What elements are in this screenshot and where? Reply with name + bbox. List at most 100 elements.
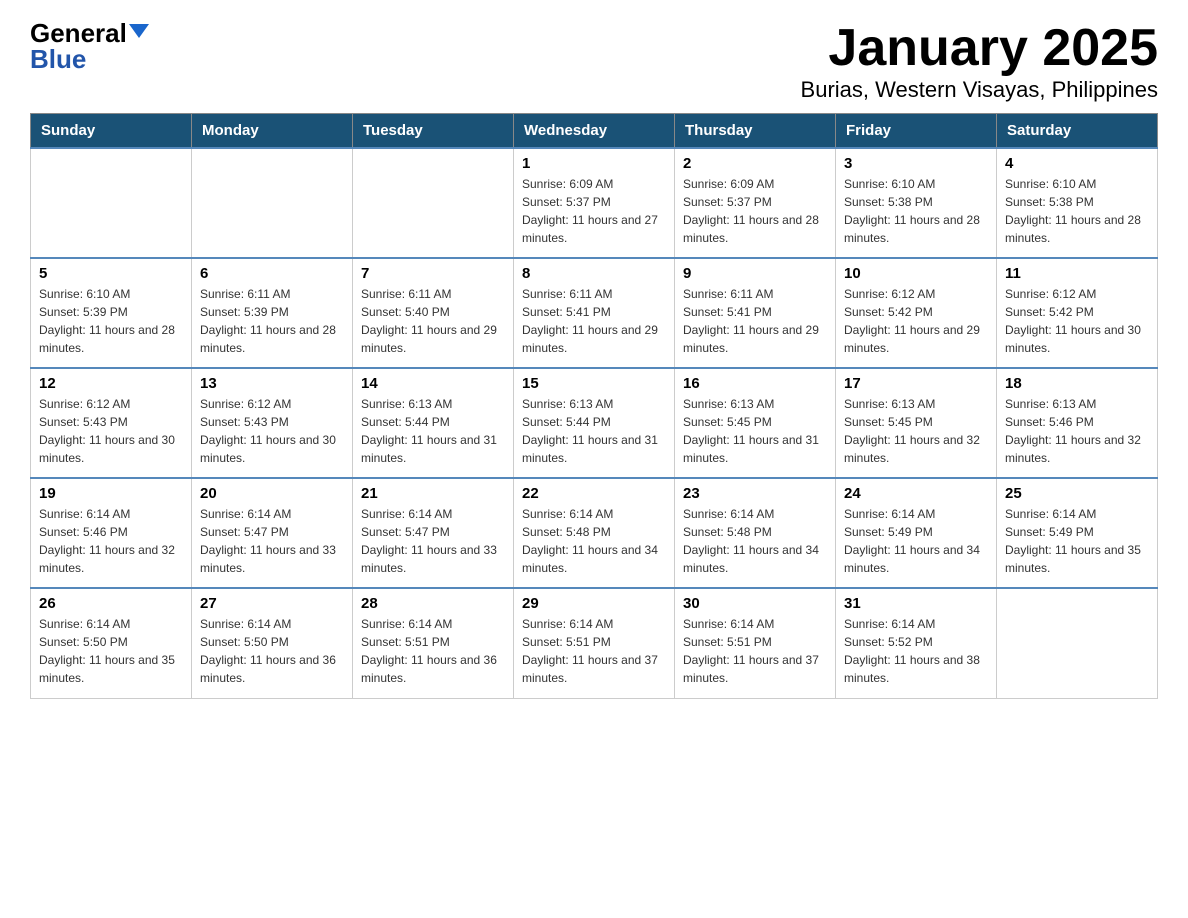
calendar-cell: 2Sunrise: 6:09 AM Sunset: 5:37 PM Daylig… — [675, 148, 836, 258]
day-number: 11 — [1005, 265, 1149, 282]
day-number: 30 — [683, 595, 827, 612]
day-info: Sunrise: 6:14 AM Sunset: 5:46 PM Dayligh… — [39, 505, 183, 577]
day-info: Sunrise: 6:12 AM Sunset: 5:43 PM Dayligh… — [39, 395, 183, 467]
calendar-cell: 18 Sunrise: 6:13 AM Sunset: 5:46 PM Dayli… — [997, 368, 1158, 478]
page-header: General Blue January 2025 Burias, Wester… — [30, 20, 1158, 103]
day-info: Sunrise: 6:14 AM Sunset: 5:51 PM Dayligh… — [522, 615, 666, 687]
day-info: Sunrise: 6:11 AM Sunset: 5:41 PM Dayligh… — [683, 285, 827, 357]
day-number: 14 — [361, 375, 505, 392]
calendar-cell: 30 Sunrise: 6:14 AM Sunset: 5:51 PM Dayli… — [675, 588, 836, 698]
day-info: Sunrise: 6:12 AM Sunset: 5:42 PM Dayligh… — [1005, 285, 1149, 357]
calendar-cell: 20 Sunrise: 6:14 AM Sunset: 5:47 PM Dayli… — [192, 478, 353, 588]
day-number: 24 — [844, 485, 988, 502]
calendar-cell: 11 Sunrise: 6:12 AM Sunset: 5:42 PM Dayli… — [997, 258, 1158, 368]
logo: General Blue — [30, 20, 149, 72]
day-info: Sunrise: 6:14 AM Sunset: 5:51 PM Dayligh… — [683, 615, 827, 687]
day-info: Sunrise: 6:09 AM Sunset: 5:37 PM Dayligh… — [683, 175, 827, 247]
calendar-cell: 28 Sunrise: 6:14 AM Sunset: 5:51 PM Dayli… — [353, 588, 514, 698]
day-info: Sunrise: 6:13 AM Sunset: 5:45 PM Dayligh… — [844, 395, 988, 467]
day-number: 5 — [39, 265, 183, 282]
calendar-day-header: Sunday — [31, 114, 192, 149]
calendar-cell — [353, 148, 514, 258]
day-info: Sunrise: 6:14 AM Sunset: 5:52 PM Dayligh… — [844, 615, 988, 687]
calendar-cell: 19 Sunrise: 6:14 AM Sunset: 5:46 PM Dayli… — [31, 478, 192, 588]
calendar-week-row: 12 Sunrise: 6:12 AM Sunset: 5:43 PM Dayli… — [31, 368, 1158, 478]
day-info: Sunrise: 6:11 AM Sunset: 5:39 PM Dayligh… — [200, 285, 344, 357]
day-number: 13 — [200, 375, 344, 392]
calendar-day-header: Saturday — [997, 114, 1158, 149]
day-info: Sunrise: 6:09 AM Sunset: 5:37 PM Dayligh… — [522, 175, 666, 247]
calendar-cell — [192, 148, 353, 258]
day-number: 28 — [361, 595, 505, 612]
calendar-cell: 8Sunrise: 6:11 AM Sunset: 5:41 PM Daylig… — [514, 258, 675, 368]
day-info: Sunrise: 6:14 AM Sunset: 5:47 PM Dayligh… — [361, 505, 505, 577]
day-number: 7 — [361, 265, 505, 282]
calendar-cell: 21 Sunrise: 6:14 AM Sunset: 5:47 PM Dayli… — [353, 478, 514, 588]
calendar-week-row: 19 Sunrise: 6:14 AM Sunset: 5:46 PM Dayli… — [31, 478, 1158, 588]
calendar-cell — [31, 148, 192, 258]
logo-blue-text: Blue — [30, 46, 86, 72]
day-info: Sunrise: 6:14 AM Sunset: 5:48 PM Dayligh… — [522, 505, 666, 577]
day-number: 8 — [522, 265, 666, 282]
calendar-day-header: Wednesday — [514, 114, 675, 149]
day-info: Sunrise: 6:14 AM Sunset: 5:50 PM Dayligh… — [39, 615, 183, 687]
calendar-cell: 9 Sunrise: 6:11 AM Sunset: 5:41 PM Daylig… — [675, 258, 836, 368]
calendar-cell: 10 Sunrise: 6:12 AM Sunset: 5:42 PM Dayli… — [836, 258, 997, 368]
calendar-cell: 3Sunrise: 6:10 AM Sunset: 5:38 PM Daylig… — [836, 148, 997, 258]
day-number: 9 — [683, 265, 827, 282]
day-number: 4 — [1005, 155, 1149, 172]
day-number: 23 — [683, 485, 827, 502]
calendar-cell: 27 Sunrise: 6:14 AM Sunset: 5:50 PM Dayli… — [192, 588, 353, 698]
calendar-day-header: Tuesday — [353, 114, 514, 149]
calendar-cell: 29 Sunrise: 6:14 AM Sunset: 5:51 PM Dayli… — [514, 588, 675, 698]
calendar-week-row: 26 Sunrise: 6:14 AM Sunset: 5:50 PM Dayli… — [31, 588, 1158, 698]
day-number: 6 — [200, 265, 344, 282]
title-area: January 2025 Burias, Western Visayas, Ph… — [801, 20, 1158, 103]
calendar-week-row: 5 Sunrise: 6:10 AM Sunset: 5:39 PM Daylig… — [31, 258, 1158, 368]
day-number: 21 — [361, 485, 505, 502]
day-info: Sunrise: 6:10 AM Sunset: 5:38 PM Dayligh… — [844, 175, 988, 247]
day-number: 12 — [39, 375, 183, 392]
day-info: Sunrise: 6:10 AM Sunset: 5:39 PM Dayligh… — [39, 285, 183, 357]
day-info: Sunrise: 6:14 AM Sunset: 5:50 PM Dayligh… — [200, 615, 344, 687]
day-number: 17 — [844, 375, 988, 392]
calendar-cell: 17 Sunrise: 6:13 AM Sunset: 5:45 PM Dayli… — [836, 368, 997, 478]
calendar-table: SundayMondayTuesdayWednesdayThursdayFrid… — [30, 113, 1158, 699]
day-number: 29 — [522, 595, 666, 612]
calendar-cell: 22 Sunrise: 6:14 AM Sunset: 5:48 PM Dayli… — [514, 478, 675, 588]
calendar-cell: 15 Sunrise: 6:13 AM Sunset: 5:44 PM Dayli… — [514, 368, 675, 478]
calendar-day-header: Friday — [836, 114, 997, 149]
day-number: 22 — [522, 485, 666, 502]
calendar-cell: 26 Sunrise: 6:14 AM Sunset: 5:50 PM Dayli… — [31, 588, 192, 698]
day-info: Sunrise: 6:14 AM Sunset: 5:49 PM Dayligh… — [1005, 505, 1149, 577]
calendar-header-row: SundayMondayTuesdayWednesdayThursdayFrid… — [31, 114, 1158, 149]
day-info: Sunrise: 6:13 AM Sunset: 5:46 PM Dayligh… — [1005, 395, 1149, 467]
calendar-cell: 4 Sunrise: 6:10 AM Sunset: 5:38 PM Daylig… — [997, 148, 1158, 258]
calendar-cell: 24Sunrise: 6:14 AM Sunset: 5:49 PM Dayli… — [836, 478, 997, 588]
day-number: 15 — [522, 375, 666, 392]
day-number: 16 — [683, 375, 827, 392]
day-info: Sunrise: 6:10 AM Sunset: 5:38 PM Dayligh… — [1005, 175, 1149, 247]
page-title: January 2025 — [801, 20, 1158, 77]
day-number: 19 — [39, 485, 183, 502]
calendar-cell: 13 Sunrise: 6:12 AM Sunset: 5:43 PM Dayli… — [192, 368, 353, 478]
calendar-cell: 6 Sunrise: 6:11 AM Sunset: 5:39 PM Daylig… — [192, 258, 353, 368]
calendar-cell: 12 Sunrise: 6:12 AM Sunset: 5:43 PM Dayli… — [31, 368, 192, 478]
calendar-cell: 23Sunrise: 6:14 AM Sunset: 5:48 PM Dayli… — [675, 478, 836, 588]
day-number: 18 — [1005, 375, 1149, 392]
day-info: Sunrise: 6:12 AM Sunset: 5:42 PM Dayligh… — [844, 285, 988, 357]
day-number: 31 — [844, 595, 988, 612]
day-info: Sunrise: 6:12 AM Sunset: 5:43 PM Dayligh… — [200, 395, 344, 467]
day-info: Sunrise: 6:14 AM Sunset: 5:51 PM Dayligh… — [361, 615, 505, 687]
logo-general-text: General — [30, 20, 127, 46]
calendar-cell: 16 Sunrise: 6:13 AM Sunset: 5:45 PM Dayli… — [675, 368, 836, 478]
day-info: Sunrise: 6:13 AM Sunset: 5:45 PM Dayligh… — [683, 395, 827, 467]
page-subtitle: Burias, Western Visayas, Philippines — [801, 77, 1158, 103]
day-info: Sunrise: 6:13 AM Sunset: 5:44 PM Dayligh… — [522, 395, 666, 467]
calendar-cell: 7Sunrise: 6:11 AM Sunset: 5:40 PM Daylig… — [353, 258, 514, 368]
day-number: 26 — [39, 595, 183, 612]
day-number: 10 — [844, 265, 988, 282]
day-number: 27 — [200, 595, 344, 612]
day-info: Sunrise: 6:14 AM Sunset: 5:47 PM Dayligh… — [200, 505, 344, 577]
day-number: 20 — [200, 485, 344, 502]
